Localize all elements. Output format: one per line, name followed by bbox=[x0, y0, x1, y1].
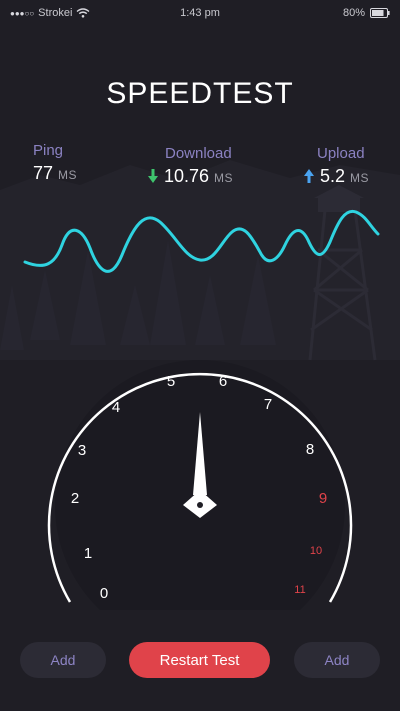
ping-value: 77 bbox=[33, 163, 54, 183]
gauge-tick-11: 11 bbox=[294, 584, 305, 596]
gauge-tick-3: 3 bbox=[78, 442, 86, 459]
ping-unit: MS bbox=[58, 168, 78, 182]
battery-percentage: 80% bbox=[342, 7, 365, 19]
restart-test-button[interactable]: Restart Test bbox=[129, 642, 270, 678]
status-bar: ●●●○○ Strokei 1:43 pm 80% bbox=[0, 0, 400, 26]
gauge-tick-5: 5 bbox=[167, 373, 175, 390]
download-stat: Download 10.76 MS bbox=[148, 145, 233, 187]
battery-icon bbox=[370, 8, 390, 18]
status-right: 80% bbox=[343, 7, 390, 19]
gauge-tick-6: 6 bbox=[219, 373, 227, 390]
gauge-tick-10: 10 bbox=[310, 545, 322, 557]
add-right-button[interactable]: Add bbox=[294, 642, 380, 678]
gauge-tick-0: 0 bbox=[100, 585, 108, 602]
page-title: SPEEDTEST bbox=[106, 77, 294, 110]
gauge-tick-8: 8 bbox=[306, 441, 314, 458]
gauge-tick-9: 9 bbox=[319, 490, 327, 507]
speed-gauge: 0 1 2 3 4 5 6 7 8 9 10 11 bbox=[47, 360, 353, 610]
download-value-row: 10.76 MS bbox=[148, 166, 233, 187]
upload-unit: MS bbox=[350, 171, 370, 185]
gauge-tick-7: 7 bbox=[264, 396, 272, 413]
speed-wave-line bbox=[23, 209, 380, 273]
add-left-button[interactable]: Add bbox=[20, 642, 106, 678]
gauge-needle-pivot bbox=[197, 502, 203, 508]
speed-wave-graph bbox=[23, 209, 380, 273]
ping-label: Ping bbox=[33, 142, 64, 159]
ping-stat: Ping 77 MS bbox=[33, 142, 77, 184]
download-unit: MS bbox=[214, 171, 234, 185]
upload-stat: Upload 5.2 MS bbox=[304, 145, 369, 187]
gauge-tick-1: 1 bbox=[84, 545, 92, 562]
download-label: Download bbox=[165, 145, 232, 162]
download-value: 10.76 bbox=[164, 166, 210, 186]
upload-value: 5.2 bbox=[320, 166, 346, 186]
upload-value-row: 5.2 MS bbox=[304, 166, 369, 187]
gauge-tick-4: 4 bbox=[112, 399, 120, 416]
arrow-down-icon bbox=[148, 169, 158, 183]
status-time: 1:43 pm bbox=[180, 7, 220, 19]
upload-label: Upload bbox=[317, 145, 365, 162]
gauge-tick-2: 2 bbox=[71, 490, 79, 507]
arrow-up-icon bbox=[304, 169, 314, 183]
ping-value-row: 77 MS bbox=[33, 163, 77, 184]
